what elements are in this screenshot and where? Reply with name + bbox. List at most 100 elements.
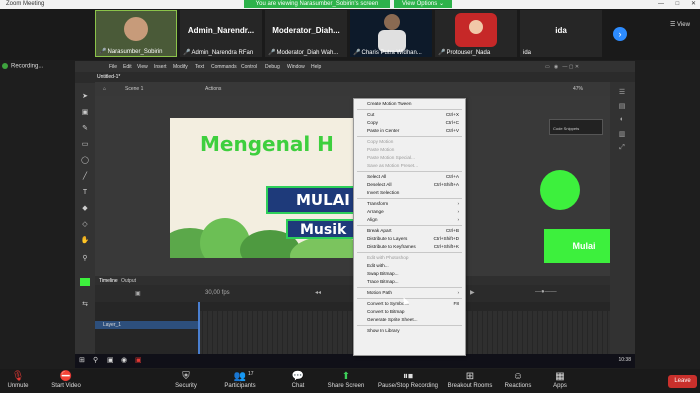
participant-tile[interactable]: 🎤Protouser_Nada: [435, 10, 517, 57]
stage-musik-button[interactable]: Musik: [286, 219, 356, 239]
menu-commands[interactable]: Commands: [211, 64, 237, 70]
timeline-zoom-slider[interactable]: —●——: [535, 289, 557, 295]
fps-readout[interactable]: 30,00 fps: [205, 290, 230, 296]
zoom-tool-icon[interactable]: ⚲: [80, 255, 90, 263]
align-icon[interactable]: ▥: [617, 130, 627, 138]
apps-button[interactable]: ▦ Apps: [530, 371, 590, 393]
menu-edit[interactable]: Edit: [123, 64, 132, 70]
view-button[interactable]: ☰ View: [670, 21, 690, 28]
menu-item-transform[interactable]: Transform ›: [367, 200, 461, 208]
pause-stop-icon: ⏸⏹: [403, 371, 413, 382]
menu-item-trace-bitmap[interactable]: Trace Bitmap...: [367, 278, 461, 286]
menu-item-edit-with-photoshop: Edit with Photoshop: [367, 255, 409, 260]
next-page-chevron-icon[interactable]: ›: [613, 27, 627, 41]
participant-tile[interactable]: Moderator_Diah... 🎤Moderator_Diah Wah...: [265, 10, 347, 57]
menu-item-align[interactable]: Align ›: [367, 216, 461, 224]
stage-mulai-button[interactable]: MULAI: [266, 186, 356, 214]
chrome-icon[interactable]: ◉: [121, 356, 130, 365]
menu-help[interactable]: Help: [311, 64, 321, 70]
participant-big-name: Moderator_Diah...: [272, 26, 340, 35]
color-icon[interactable]: ◐: [617, 116, 627, 124]
menu-item-create-motion-tween[interactable]: Create Motion Tween: [367, 100, 461, 108]
security-button[interactable]: ⛨ Security: [156, 371, 216, 393]
close-icon[interactable]: ✕: [691, 1, 696, 7]
stage-title-text[interactable]: Mengenal H: [200, 132, 334, 156]
play-icon[interactable]: ▶: [470, 289, 475, 296]
green-circle-symbol[interactable]: [540, 170, 580, 210]
actions-label[interactable]: Actions: [205, 86, 221, 92]
menu-item-motion-path[interactable]: Motion Path ›: [367, 289, 461, 297]
menu-item-invert-selection[interactable]: Invert Selection: [367, 189, 461, 197]
menu-file[interactable]: File: [109, 64, 117, 70]
menu-item-distribute-to-layers[interactable]: Distribute to Layers Ctrl+Shift+D: [367, 235, 461, 243]
windows-start-icon[interactable]: ⊞: [79, 356, 88, 365]
tab-document[interactable]: Untitled-1*: [97, 74, 120, 80]
participant-tile[interactable]: 🎤Charis Putra Widhan...: [350, 10, 432, 57]
subselect-tool-icon[interactable]: ▣: [80, 109, 90, 117]
participants-button[interactable]: 👥 17 Participants: [210, 371, 270, 393]
participant-tile[interactable]: 🎤Narasumber_Sobirin: [95, 10, 177, 57]
menu-window[interactable]: Window: [287, 64, 305, 70]
selection-tool-icon[interactable]: ➤: [80, 93, 90, 101]
swap-colors-icon[interactable]: ⇆: [80, 301, 90, 309]
rectangle-tool-icon[interactable]: ▭: [80, 141, 90, 149]
transform-icon[interactable]: ⤢: [617, 144, 627, 152]
properties-icon[interactable]: ☰: [617, 88, 627, 96]
scene-label[interactable]: Scene 1: [125, 86, 143, 92]
text-tool-icon[interactable]: T: [80, 189, 90, 197]
zoom-level[interactable]: 47%: [573, 86, 583, 92]
menu-item-show-in-library[interactable]: Show In Library: [367, 327, 461, 335]
menu-item-break-apart[interactable]: Break Apart Ctrl+B: [367, 227, 461, 235]
eraser-tool-icon[interactable]: ◇: [80, 221, 90, 229]
menu-item-generate-sprite-sheet[interactable]: Generate Sprite Sheet...: [367, 316, 461, 324]
library-icon[interactable]: ▤: [617, 102, 627, 110]
menu-item-swap-bitmap[interactable]: Swap Bitmap...: [367, 270, 461, 278]
menu-item-arrange[interactable]: Arrange ›: [367, 208, 461, 216]
menu-item-edit-with[interactable]: Edit with...: [367, 262, 461, 270]
menu-separator: [357, 136, 462, 137]
participant-tile[interactable]: Admin_Narendr... 🎤Admin_Narendra RFan: [180, 10, 262, 57]
pencil-tool-icon[interactable]: ✎: [80, 125, 90, 133]
menu-item-select-all[interactable]: Select All Ctrl+A: [367, 173, 461, 181]
animate-menubar: File Edit View Insert Modify Text Comman…: [75, 61, 635, 72]
camera-icon[interactable]: ▣: [135, 290, 141, 297]
animate-window-controls[interactable]: ▭ ◉ — ▢ ✕: [545, 64, 579, 70]
menu-item-cut[interactable]: Cut Ctrl+X: [367, 111, 461, 119]
menu-text[interactable]: Text: [195, 64, 204, 70]
tab-output[interactable]: Output: [121, 278, 136, 284]
fill-color-swatch[interactable]: [80, 278, 90, 286]
stage-canvas[interactable]: Mengenal H MULAI Musik: [170, 118, 356, 258]
menu-item-convert-to-bitmap[interactable]: Convert to Bitmap: [367, 308, 461, 316]
minimize-icon[interactable]: —: [658, 1, 664, 7]
participant-tile[interactable]: ida ida: [520, 10, 602, 57]
hand-tool-icon[interactable]: ✋: [80, 237, 90, 245]
oval-tool-icon[interactable]: ◯: [80, 157, 90, 165]
menu-item-distribute-to-keyframes[interactable]: Distribute to Keyframes Ctrl+Shift+K: [367, 243, 461, 251]
animate-app-icon[interactable]: ▣: [135, 356, 144, 365]
layer-row[interactable]: Layer_1: [95, 321, 198, 329]
maximize-icon[interactable]: □: [676, 1, 680, 7]
leave-button[interactable]: Leave: [668, 375, 697, 388]
menu-item-convert-to-symbol[interactable]: Convert to Symbol... F8: [367, 300, 461, 308]
share-screen-button[interactable]: ⬆ Share Screen: [316, 371, 376, 393]
tab-timeline[interactable]: Timeline: [99, 278, 118, 284]
menu-item-deselect-all[interactable]: Deselect All Ctrl+Shift+A: [367, 181, 461, 189]
view-options-button[interactable]: View Options ⌄: [394, 0, 452, 8]
code-snippets-panel[interactable]: Code Snippets: [549, 119, 603, 135]
menu-modify[interactable]: Modify: [173, 64, 188, 70]
prev-frame-icon[interactable]: ◂◂: [315, 289, 321, 296]
menu-insert[interactable]: Insert: [154, 64, 167, 70]
shield-icon: ⛨: [182, 371, 190, 382]
menu-item-copy[interactable]: Copy Ctrl+C: [367, 119, 461, 127]
paint-bucket-icon[interactable]: ◆: [80, 205, 90, 213]
pause-stop-recording-button[interactable]: ⏸⏹ Pause/Stop Recording: [374, 371, 442, 393]
menu-item-paste-in-center[interactable]: Paste in Center Ctrl+V: [367, 127, 461, 135]
home-icon[interactable]: ⌂: [103, 86, 106, 92]
start-video-button[interactable]: ⛔ Start Video: [36, 371, 96, 393]
search-icon[interactable]: ⚲: [93, 356, 102, 365]
folder-icon[interactable]: ▣: [107, 356, 116, 365]
line-tool-icon[interactable]: ╱: [80, 173, 90, 181]
menu-view[interactable]: View: [137, 64, 148, 70]
menu-control[interactable]: Control: [241, 64, 257, 70]
menu-debug[interactable]: Debug: [265, 64, 280, 70]
